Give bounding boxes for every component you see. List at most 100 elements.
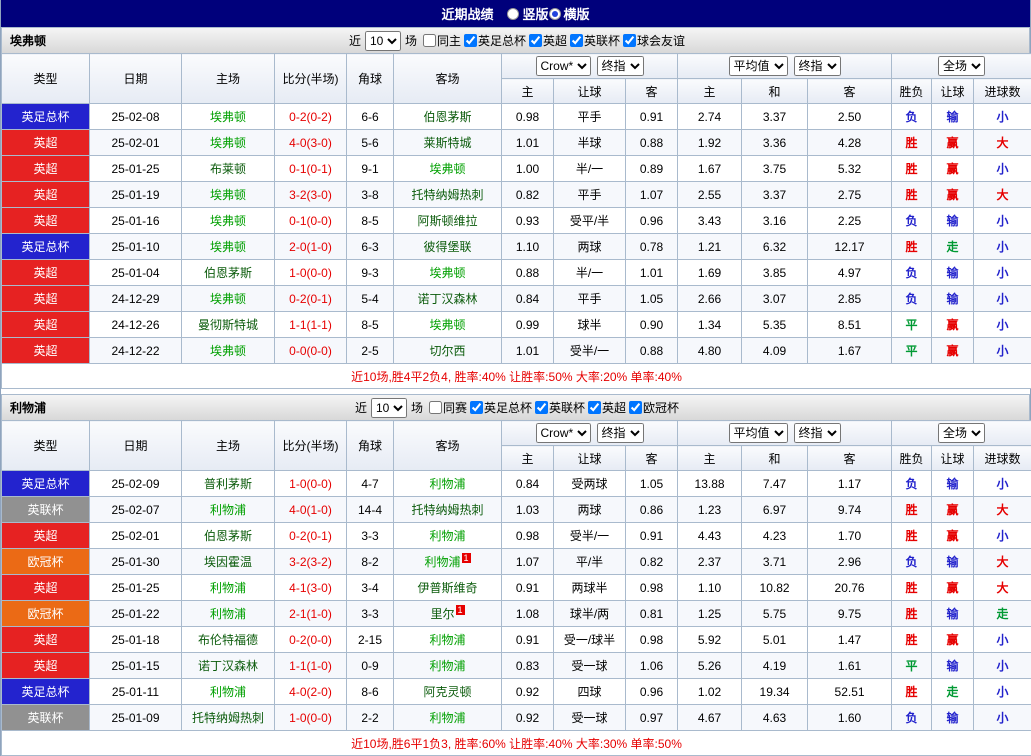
team-link[interactable]: 伯恩茅斯 xyxy=(423,110,471,124)
league-filter-checkbox-box[interactable] xyxy=(529,34,542,47)
same-filter-checkbox-box[interactable] xyxy=(429,401,442,414)
scope-select[interactable]: 全场 xyxy=(938,423,985,443)
focus-team-link[interactable]: 利物浦 xyxy=(429,711,465,725)
score-cell[interactable]: 0-2(0-1) xyxy=(275,286,347,312)
same-filter-checkbox-box[interactable] xyxy=(423,34,436,47)
score-cell[interactable]: 0-2(0-0) xyxy=(275,627,347,653)
team-link[interactable]: 托特纳姆热刺 xyxy=(411,503,483,517)
score-cell[interactable]: 4-0(1-0) xyxy=(275,497,347,523)
focus-team-link[interactable]: 埃弗顿 xyxy=(210,240,246,254)
score-cell[interactable]: 3-2(3-2) xyxy=(275,549,347,575)
score-cell[interactable]: 0-1(0-1) xyxy=(275,156,347,182)
league-filter-checkbox[interactable]: 英足总杯 xyxy=(470,399,532,416)
league-filter-checkbox[interactable]: 英联杯 xyxy=(570,32,620,49)
score-cell[interactable]: 2-1(1-0) xyxy=(275,601,347,627)
odds-final-select[interactable]: 终指 xyxy=(597,56,644,76)
team-link[interactable]: 伯恩茅斯 xyxy=(204,266,252,280)
focus-team-link[interactable]: 利物浦 xyxy=(210,607,246,621)
team-link[interactable]: 埃因霍温 xyxy=(204,555,252,569)
score-cell[interactable]: 1-0(0-0) xyxy=(275,471,347,497)
team-link[interactable]: 曼彻斯特城 xyxy=(198,318,258,332)
focus-team-link[interactable]: 利物浦 xyxy=(429,633,465,647)
score-cell[interactable]: 4-0(2-0) xyxy=(275,679,347,705)
focus-team-link[interactable]: 埃弗顿 xyxy=(429,318,465,332)
focus-team-link[interactable]: 埃弗顿 xyxy=(429,162,465,176)
score-cell[interactable]: 0-2(0-1) xyxy=(275,523,347,549)
team-link[interactable]: 阿克灵顿 xyxy=(423,685,471,699)
team-link[interactable]: 阿斯顿维拉 xyxy=(417,214,477,228)
avg-home: 2.74 xyxy=(678,104,742,130)
focus-team-link[interactable]: 埃弗顿 xyxy=(210,292,246,306)
league-filter-checkbox-box[interactable] xyxy=(629,401,642,414)
score-cell[interactable]: 3-2(3-0) xyxy=(275,182,347,208)
league-filter-checkbox-box[interactable] xyxy=(570,34,583,47)
focus-team-link[interactable]: 利物浦 xyxy=(429,477,465,491)
league-filter-checkbox[interactable]: 英足总杯 xyxy=(464,32,526,49)
focus-team-link[interactable]: 埃弗顿 xyxy=(210,214,246,228)
column-subheader: 主 xyxy=(678,446,742,471)
focus-team-link[interactable]: 利物浦 xyxy=(210,685,246,699)
league-filter-checkbox[interactable]: 英超 xyxy=(529,32,567,49)
league-filter-checkbox[interactable]: 英超 xyxy=(588,399,626,416)
recent-count-select[interactable]: 10 xyxy=(371,398,407,418)
score-cell[interactable]: 1-1(1-0) xyxy=(275,653,347,679)
league-filter-checkbox-box[interactable] xyxy=(588,401,601,414)
avg-away: 1.70 xyxy=(808,523,892,549)
team-link[interactable]: 伯恩茅斯 xyxy=(204,529,252,543)
score-cell[interactable]: 4-0(3-0) xyxy=(275,130,347,156)
score-cell[interactable]: 1-0(0-0) xyxy=(275,260,347,286)
team-link[interactable]: 切尔西 xyxy=(429,344,465,358)
odds-source-select[interactable]: Crow* xyxy=(536,56,591,76)
avg-final-select[interactable]: 终指 xyxy=(794,56,841,76)
team-link[interactable]: 彼得堡联 xyxy=(423,240,471,254)
team-link[interactable]: 伊普斯维奇 xyxy=(417,581,477,595)
team-link[interactable]: 莱斯特城 xyxy=(423,136,471,150)
focus-team-link[interactable]: 埃弗顿 xyxy=(210,188,246,202)
focus-team-link[interactable]: 埃弗顿 xyxy=(429,266,465,280)
team-link[interactable]: 里尔 xyxy=(430,607,454,621)
focus-team-link[interactable]: 利物浦 xyxy=(210,581,246,595)
focus-team-link[interactable]: 埃弗顿 xyxy=(210,110,246,124)
league-filter-checkbox-box[interactable] xyxy=(535,401,548,414)
league-filter-checkbox-box[interactable] xyxy=(464,34,477,47)
home-team-cell: 利物浦 xyxy=(182,575,275,601)
column-subheader: 客 xyxy=(626,79,678,104)
league-filter-checkbox[interactable]: 英联杯 xyxy=(535,399,585,416)
focus-team-link[interactable]: 利物浦 xyxy=(429,659,465,673)
layout-radio-vertical[interactable]: 竖版 xyxy=(507,4,548,23)
focus-team-link[interactable]: 埃弗顿 xyxy=(210,136,246,150)
league-filter-checkbox-box[interactable] xyxy=(623,34,636,47)
league-filter-checkbox[interactable]: 欧冠杯 xyxy=(629,399,679,416)
score-cell[interactable]: 0-2(0-2) xyxy=(275,104,347,130)
avg-source-select[interactable]: 平均值 xyxy=(729,423,788,443)
focus-team-link[interactable]: 利物浦 xyxy=(210,503,246,517)
odds-final-select[interactable]: 终指 xyxy=(597,423,644,443)
score-cell[interactable]: 1-0(0-0) xyxy=(275,705,347,731)
odds-source-select[interactable]: Crow* xyxy=(536,423,591,443)
team-link[interactable]: 诺丁汉森林 xyxy=(417,292,477,306)
layout-radio-horizontal[interactable]: 横版 xyxy=(549,4,590,23)
team-link[interactable]: 托特纳姆热刺 xyxy=(192,711,264,725)
team-link[interactable]: 布伦特福德 xyxy=(198,633,258,647)
score-cell[interactable]: 4-1(3-0) xyxy=(275,575,347,601)
focus-team-link[interactable]: 利物浦 xyxy=(429,529,465,543)
recent-count-select[interactable]: 10 xyxy=(365,31,401,51)
same-filter-checkbox[interactable]: 同主 xyxy=(423,32,461,49)
avg-final-select[interactable]: 终指 xyxy=(794,423,841,443)
scope-select[interactable]: 全场 xyxy=(938,56,985,76)
score-cell[interactable]: 0-0(0-0) xyxy=(275,338,347,364)
score-cell[interactable]: 0-1(0-0) xyxy=(275,208,347,234)
league-filter-checkbox-box[interactable] xyxy=(470,401,483,414)
team-link[interactable]: 托特纳姆热刺 xyxy=(411,188,483,202)
same-filter-checkbox[interactable]: 同赛 xyxy=(429,399,467,416)
recent-label: 近 xyxy=(349,32,361,49)
team-link[interactable]: 普利茅斯 xyxy=(204,477,252,491)
score-cell[interactable]: 2-0(1-0) xyxy=(275,234,347,260)
avg-source-select[interactable]: 平均值 xyxy=(729,56,788,76)
team-link[interactable]: 诺丁汉森林 xyxy=(198,659,258,673)
team-link[interactable]: 布莱顿 xyxy=(210,162,246,176)
league-filter-checkbox[interactable]: 球会友谊 xyxy=(623,32,685,49)
focus-team-link[interactable]: 利物浦 xyxy=(424,555,460,569)
focus-team-link[interactable]: 埃弗顿 xyxy=(210,344,246,358)
score-cell[interactable]: 1-1(1-1) xyxy=(275,312,347,338)
